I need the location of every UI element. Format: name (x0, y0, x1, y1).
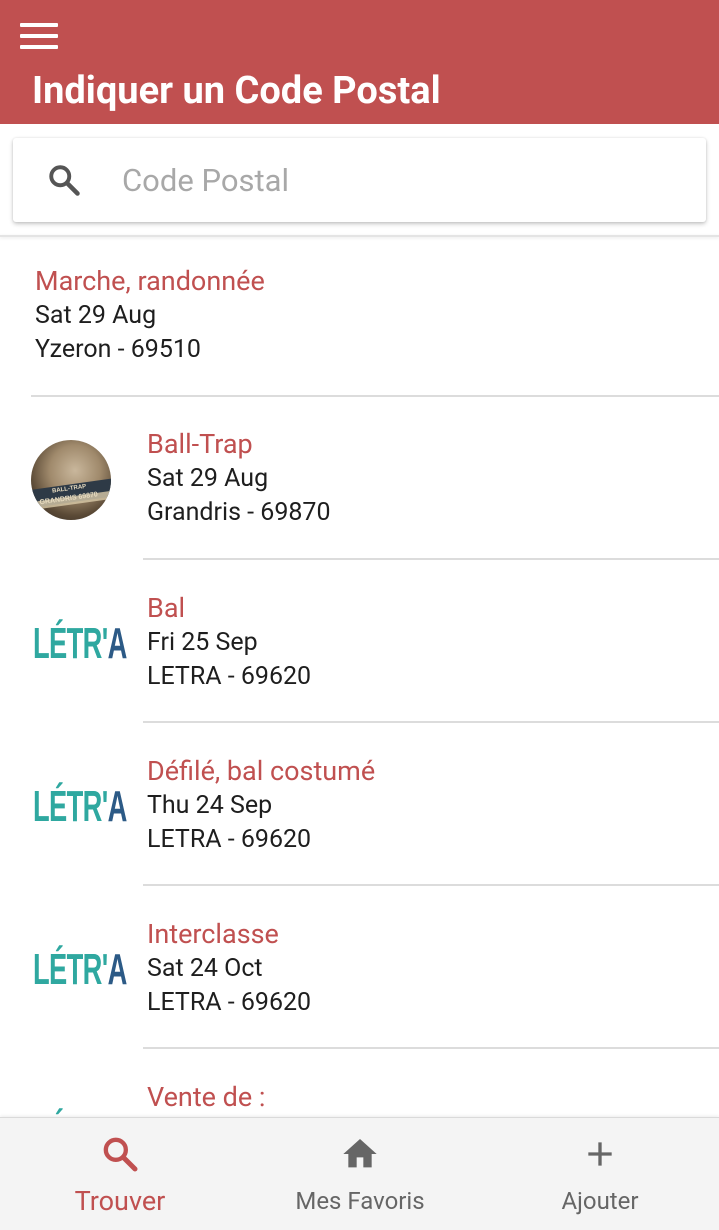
divider (31, 395, 719, 397)
letra-logo: LÉTR'A (33, 945, 127, 994)
event-title: Ball-Trap (147, 428, 253, 460)
event-title: Interclasse (147, 918, 279, 950)
plus-icon (588, 1142, 612, 1166)
menu-button[interactable] (18, 20, 60, 52)
divider (143, 558, 719, 560)
divider (143, 721, 719, 723)
search-icon (49, 165, 80, 196)
svg-text:GRANDRIS 69870: GRANDRIS 69870 (39, 491, 98, 506)
nav-label: Mes Favoris (295, 1187, 425, 1215)
event-location: Yzeron - 69510 (35, 335, 201, 364)
event-item[interactable]: LÉTR'A Interclasse Sat 24 Oct LETRA - 69… (0, 889, 719, 1052)
event-item[interactable]: LÉTR'A Vente de : (0, 1052, 719, 1117)
nav-label: Trouver (74, 1185, 166, 1217)
nav-label: Ajouter (561, 1187, 639, 1215)
event-location: LETRA - 69620 (147, 988, 312, 1017)
page-title: Indiquer un Code Postal (32, 69, 441, 113)
event-location: LETRA - 69620 (147, 825, 312, 854)
search-icon (103, 1137, 138, 1172)
bottom-navigation: Trouver Mes Favoris Ajouter (0, 1117, 719, 1230)
event-title: Vente de : (147, 1081, 266, 1113)
event-item[interactable]: LÉTR'A Bal Fri 25 Sep LETRA - 69620 (0, 563, 719, 726)
menu-icon-line (20, 34, 58, 38)
event-item[interactable]: LÉTR'A Défilé, bal costumé Thu 24 Sep LE… (0, 726, 719, 889)
letra-logo: LÉTR'A (33, 1098, 127, 1117)
divider (143, 1047, 719, 1049)
event-date: Fri 25 Sep (147, 628, 258, 657)
letra-logo: LÉTR'A (33, 782, 127, 831)
nav-mes-favoris[interactable]: Mes Favoris (240, 1118, 480, 1230)
nav-ajouter[interactable]: Ajouter (480, 1118, 719, 1230)
event-title: Marche, randonnée (35, 265, 265, 297)
event-date: Sat 24 Oct (147, 954, 263, 983)
event-title: Bal (147, 592, 186, 624)
divider (143, 884, 719, 886)
event-title: Défilé, bal costumé (147, 755, 376, 787)
event-thumbnail: BALL-TRAP GRANDRIS 69870 (31, 440, 111, 520)
event-list: Marche, randonnée Sat 29 Aug Yzeron - 69… (0, 237, 719, 1117)
event-date: Sat 29 Aug (35, 301, 157, 330)
event-date: Thu 24 Sep (147, 791, 273, 820)
event-date: Sat 29 Aug (147, 464, 269, 493)
event-item[interactable]: BALL-TRAP GRANDRIS 69870 Ball-Trap Sat 2… (0, 400, 719, 563)
menu-icon-line (20, 45, 58, 49)
event-item[interactable]: Marche, randonnée Sat 29 Aug Yzeron - 69… (0, 237, 719, 400)
event-location: LETRA - 69620 (147, 662, 312, 691)
postal-code-input[interactable] (122, 158, 682, 202)
event-location: Grandris - 69870 (147, 498, 331, 527)
nav-trouver[interactable]: Trouver (0, 1118, 240, 1230)
letra-logo: LÉTR'A (33, 619, 127, 668)
home-icon (343, 1139, 377, 1168)
menu-icon-line (20, 23, 58, 27)
